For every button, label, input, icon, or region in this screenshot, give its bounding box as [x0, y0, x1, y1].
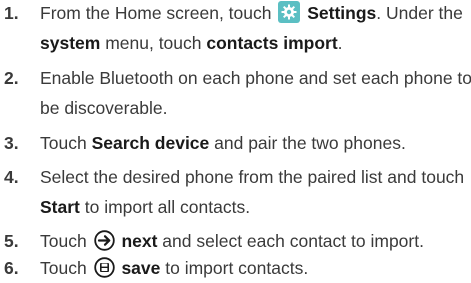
save-circle-icon — [93, 257, 115, 278]
step-number: 2. — [4, 68, 19, 88]
settings-gear-icon — [278, 1, 301, 23]
step-number: 6. — [4, 258, 19, 278]
step-text: Enable Bluetooth on each phone and set e… — [40, 68, 471, 118]
step-text: From the Home screen, touch Settings. Un… — [40, 1, 463, 53]
step-text: Touch next and select each contact to im… — [40, 230, 424, 251]
step-text: Select the desired phone from the paired… — [40, 167, 465, 217]
step-number: 5. — [4, 231, 19, 251]
step-number: 4. — [4, 167, 19, 187]
step-text: Touch save to import contacts. — [40, 257, 309, 278]
next-arrow-circle-icon — [93, 230, 115, 251]
step-text: Touch Search device and pair the two pho… — [40, 133, 406, 153]
step-number: 3. — [4, 133, 19, 153]
step-number: 1. — [4, 3, 19, 23]
instruction-steps: 1. From the Home screen, touch Settings.… — [0, 0, 471, 278]
